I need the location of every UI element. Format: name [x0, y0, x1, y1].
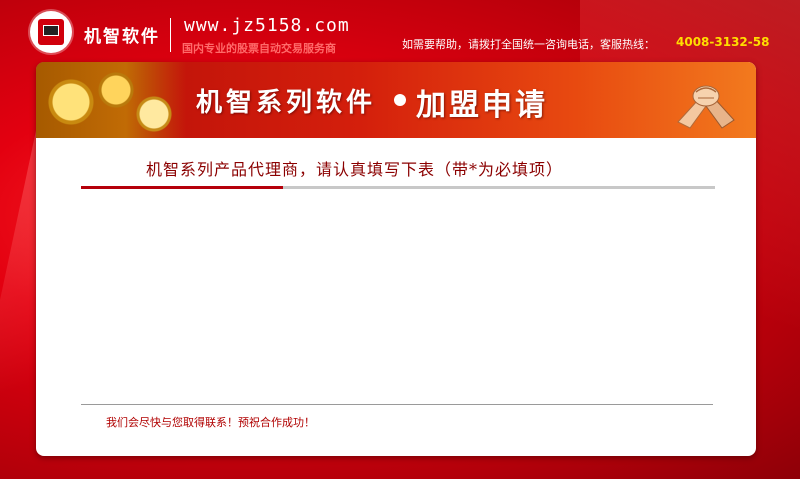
site-header: 机智软件 www.jz5158.com 国内专业的股票自动交易服务商 如需要帮助…	[0, 0, 800, 62]
footer-message: 我们会尽快与您取得联系！预祝合作成功！	[106, 416, 315, 429]
title-underline-accent	[81, 186, 283, 189]
help-text: 如需要帮助，请拨打全国统一咨询电话，客服热线：	[402, 38, 655, 51]
banner-title: 机智系列软件	[196, 88, 377, 118]
form-instruction: 机智系列产品代理商，请认真填写下表（带*为必填项）	[146, 160, 564, 179]
gold-coins-image	[36, 62, 186, 138]
banner-separator-dot	[394, 94, 406, 106]
footer-divider	[81, 404, 713, 405]
logo-icon[interactable]	[30, 11, 72, 53]
brand-name[interactable]: 机智软件	[84, 22, 160, 47]
handshake-icon	[677, 85, 735, 129]
header-divider	[170, 18, 171, 52]
hotline-number: 4008-3132-58	[676, 35, 770, 49]
banner-subtitle: 加盟申请	[416, 88, 548, 123]
site-url[interactable]: www.jz5158.com	[184, 15, 350, 36]
application-form-area	[81, 194, 715, 399]
banner: 机智系列软件 加盟申请	[36, 62, 756, 138]
application-panel: 机智系列软件 加盟申请 机智系列产品代理商，请认真填写下表（带*为必填项） 我们…	[36, 62, 756, 456]
site-tagline: 国内专业的股票自动交易服务商	[182, 42, 336, 55]
